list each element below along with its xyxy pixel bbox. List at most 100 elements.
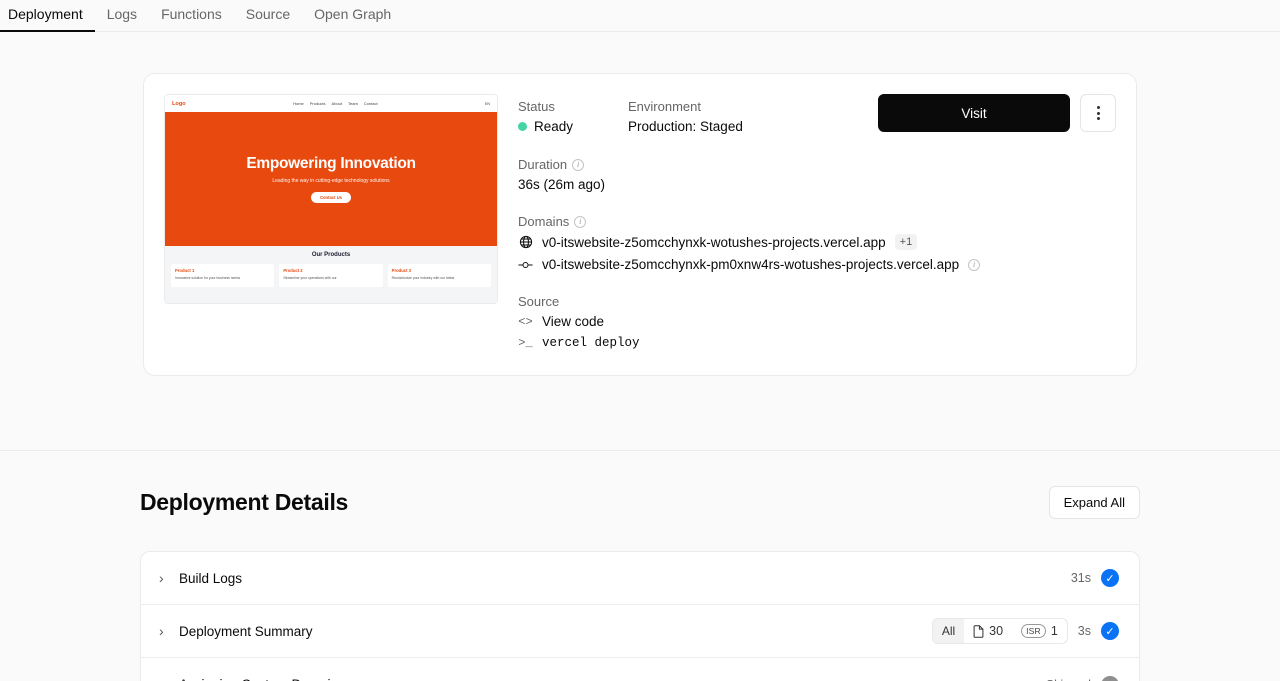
preview-product-desc: Streamline your operations with our (283, 276, 337, 280)
deployment-preview-thumbnail[interactable]: Logo Home Products About Team Contact EN… (164, 94, 498, 304)
success-check-icon: ✓ (1101, 622, 1119, 640)
code-brackets-icon: <> (518, 314, 533, 329)
dots-vertical-icon (1096, 111, 1100, 115)
badge-static-files[interactable]: 30 (964, 619, 1012, 643)
accordion-row-meta: 31s ✓ (1071, 569, 1119, 587)
chevron-right-icon: › (159, 623, 164, 639)
preview-product-desc: Revolutionize your industry with our lat… (391, 276, 455, 280)
step-status-text: Skipped (1046, 678, 1091, 681)
step-duration: 31s (1070, 571, 1091, 585)
domains-label: Domains i (518, 214, 1116, 229)
preview-product-title: Product 2 (283, 268, 303, 273)
domain-row[interactable]: v0-itswebsite-z5omcchynxk-wotushes-proje… (518, 234, 1116, 250)
summary-badge-group[interactable]: All 30 ISR 1 (931, 618, 1068, 644)
status-dot-icon (518, 122, 527, 131)
tab-source[interactable]: Source (234, 6, 302, 31)
deployment-overview-region: Logo Home Products About Team Contact EN… (0, 32, 1280, 451)
preview-logo: Logo (172, 100, 186, 107)
tab-deployment-label: Deployment (8, 6, 83, 22)
duration-block: Duration i 36s (26m ago) (518, 157, 1116, 192)
tab-open-graph-label: Open Graph (314, 6, 392, 22)
preview-nav-item: Contact (363, 101, 378, 106)
deployment-meta: Visit Status Ready Environment Productio… (518, 94, 1116, 355)
tab-deployment[interactable]: Deployment (0, 6, 95, 32)
badge-isr[interactable]: ISR 1 (1012, 619, 1067, 643)
duration-value: 36s (26m ago) (518, 177, 606, 192)
domain-url[interactable]: v0-itswebsite-z5omcchynxk-wotushes-proje… (542, 235, 886, 250)
preview-hero-button: Contact Us (310, 192, 352, 203)
deploy-command-row: >_ vercel deploy (518, 336, 1116, 350)
deployment-details-region: Deployment Details Expand All › Build Lo… (0, 451, 1280, 681)
skipped-minus-icon (1101, 675, 1119, 681)
globe-icon (518, 235, 533, 249)
accordion-row-deployment-summary[interactable]: › Deployment Summary All 30 ISR 1 3s ✓ (141, 605, 1139, 658)
tab-functions[interactable]: Functions (149, 6, 234, 31)
step-duration: 3s (1077, 624, 1091, 638)
domain-extra-count-badge[interactable]: +1 (894, 234, 918, 250)
domain-row[interactable]: v0-itswebsite-z5omcchynxk-pm0xnw4rs-wotu… (518, 257, 1116, 272)
expand-all-button[interactable]: Expand All (1048, 486, 1140, 519)
status-value-group: Ready (518, 119, 628, 134)
preview-nav-item: Team (348, 101, 358, 106)
preview-language-label: EN (484, 101, 490, 106)
accordion-label: Assigning Custom Domains (179, 677, 345, 681)
isr-pill-label: ISR (1021, 624, 1046, 638)
info-icon[interactable]: i (574, 215, 587, 228)
more-options-button[interactable] (1080, 94, 1116, 132)
preview-nav-item: Home (293, 101, 304, 106)
info-icon[interactable]: i (968, 258, 981, 271)
tab-logs[interactable]: Logs (95, 6, 149, 31)
duration-label: Duration i (518, 157, 1116, 172)
deployment-actions: Visit (878, 94, 1116, 132)
status-value: Ready (534, 119, 574, 134)
chevron-right-icon: › (159, 677, 179, 681)
source-label: Source (518, 294, 560, 309)
preview-hero: Empowering Innovation Leading the way in… (165, 112, 497, 246)
accordion-row-meta: All 30 ISR 1 3s ✓ (931, 618, 1119, 644)
accordion-row-assigning-custom-domains[interactable]: › Assigning Custom Domains Skipped (141, 658, 1139, 681)
preview-product-card: Product 1 Innovative solution for your b… (171, 264, 275, 287)
preview-navbar: Logo Home Products About Team Contact EN (165, 95, 497, 112)
visit-button[interactable]: Visit (878, 94, 1070, 132)
deployment-details-header: Deployment Details Expand All (140, 486, 1140, 519)
dots-vertical-icon (1096, 117, 1100, 120)
view-code-link[interactable]: View code (542, 314, 604, 329)
tab-logs-label: Logs (106, 6, 138, 22)
tab-open-graph[interactable]: Open Graph (302, 6, 403, 31)
static-file-count: 30 (989, 624, 1004, 638)
preview-nav-item: About (331, 101, 342, 106)
view-code-row[interactable]: <> View code (518, 314, 1116, 329)
deployment-overview-card: Logo Home Products About Team Contact EN… (143, 73, 1137, 376)
success-check-icon: ✓ (1101, 569, 1119, 587)
source-block: Source <> View code >_ vercel deploy (518, 294, 1116, 350)
domain-url[interactable]: v0-itswebsite-z5omcchynxk-pm0xnw4rs-wotu… (542, 257, 959, 272)
domains-label-text: Domains (518, 214, 570, 229)
terminal-prompt-icon: >_ (518, 336, 533, 350)
preview-product-desc: Innovative solution for your business ne… (175, 276, 241, 280)
preview-products-section: Our Products Product 1 Innovative soluti… (165, 246, 497, 303)
accordion-row-build-logs[interactable]: › Build Logs 31s ✓ (141, 552, 1139, 605)
preview-products-title: Our Products (311, 252, 351, 258)
deploy-command: vercel deploy (542, 336, 640, 350)
domains-block: Domains i v0-itswebsite-z5omcchynxk-wotu… (518, 214, 1116, 272)
badge-all[interactable]: All (932, 619, 965, 643)
status-column: Status Ready (518, 99, 628, 134)
preview-nav-links: Home Products About Team Contact (293, 101, 378, 106)
preview-product-card: Product 2 Streamline your operations wit… (279, 264, 383, 287)
accordion-label: Deployment Summary (179, 623, 313, 639)
deployment-steps-accordion: › Build Logs 31s ✓ › Deployment Summary … (140, 551, 1140, 681)
preview-hero-subtitle: Leading the way in cutting-edge technolo… (272, 178, 390, 184)
file-icon (973, 624, 984, 638)
accordion-label: Build Logs (179, 570, 243, 586)
primary-tabbar: Deployment Logs Functions Source Open Gr… (0, 0, 1280, 32)
preview-nav-item: Products (309, 101, 326, 106)
status-label: Status (518, 99, 555, 114)
tab-functions-label: Functions (161, 6, 222, 22)
preview-product-card: Product 3 Revolutionize your industry wi… (387, 264, 491, 287)
isr-count: 1 (1050, 624, 1058, 638)
preview-product-cards: Product 1 Innovative solution for your b… (171, 264, 491, 287)
info-icon[interactable]: i (572, 158, 585, 171)
duration-label-text: Duration (518, 157, 568, 172)
preview-hero-title: Empowering Innovation (246, 155, 416, 172)
preview-product-title: Product 3 (391, 268, 411, 273)
